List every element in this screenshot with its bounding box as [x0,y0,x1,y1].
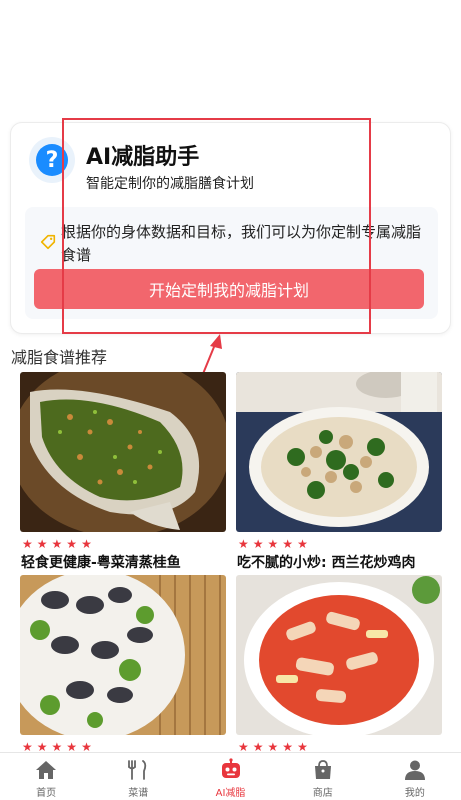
tab-label: 菜谱 [128,788,149,799]
star-icon: ★ [238,537,249,551]
recipe-name: 轻食更健康-粤菜清蒸桂鱼 [21,555,181,571]
star-icon: ★ [36,537,48,551]
rating-stars: ★ ★ ★ ★ ★ [20,537,226,551]
assistant-subtitle: 智能定制你的减脂膳食计划 [86,176,254,192]
star-icon: ★ [51,537,63,551]
utensils-icon [128,760,147,780]
recipe-name: 吃不腻的小炒: 西兰花炒鸡肉 [237,555,416,571]
tab-recipes[interactable]: 菜谱 [92,753,184,800]
tab-shop[interactable]: 商店 [277,753,369,800]
user-icon [404,760,425,780]
recipe-image-clams-broccoli [20,575,226,735]
section-title: 减脂食谱推荐 [11,348,108,367]
rating-stars: ★ ★ ★ ★ ★ [236,537,442,551]
star-icon: ★ [252,537,264,551]
star-icon: ★ [22,537,33,551]
recipe-card-broccoli-chicken[interactable]: ★ ★ ★ ★ ★ 吃不腻的小炒: 西兰花炒鸡肉 [236,372,442,572]
tab-label: 商店 [312,788,333,799]
tag-icon [40,234,56,250]
recipe-card-clams-broccoli[interactable]: ★ ★ ★ ★ ★ [20,575,226,755]
assistant-description: 根据你的身体数据和目标，我们可以为你定制专属减脂食谱 [61,223,422,264]
recipe-card-steamed-fish[interactable]: ★ ★ ★ ★ ★ 轻食更健康-粤菜清蒸桂鱼 [20,372,226,572]
robot-icon [221,758,240,778]
recipe-image-broccoli-chicken [236,372,442,532]
tab-label: 首页 [36,788,57,799]
star-icon: ★ [282,537,294,551]
start-plan-button[interactable]: 开始定制我的减脂计划 [34,269,424,309]
tab-label: 我的 [404,788,425,799]
recipe-image-steamed-fish [20,372,226,532]
star-icon: ★ [297,537,308,551]
star-icon: ★ [267,537,279,551]
tab-ai-fat-loss[interactable]: AI减脂 [184,753,276,800]
star-icon: ★ [81,537,92,551]
shop-bag-icon [314,760,331,779]
assistant-title: AI减脂助手 [86,145,200,170]
recipe-card-tomato-chicken[interactable]: ★ ★ ★ ★ ★ [236,575,442,755]
tab-profile[interactable]: 我的 [369,753,461,800]
help-icon[interactable]: ? [29,137,75,183]
bottom-tab-bar: 首页 菜谱 AI减脂 商店 我的 [0,752,461,800]
star-icon: ★ [66,537,78,551]
ai-assistant-card: ? AI减脂助手 智能定制你的减脂膳食计划 根据你的身体数据和目标，我们可以为你… [10,122,451,334]
tab-label: AI减脂 [215,788,246,799]
top-blank-area [0,0,461,120]
tab-home[interactable]: 首页 [0,753,92,800]
home-icon [36,761,57,779]
recipe-image-tomato-chicken [236,575,442,735]
